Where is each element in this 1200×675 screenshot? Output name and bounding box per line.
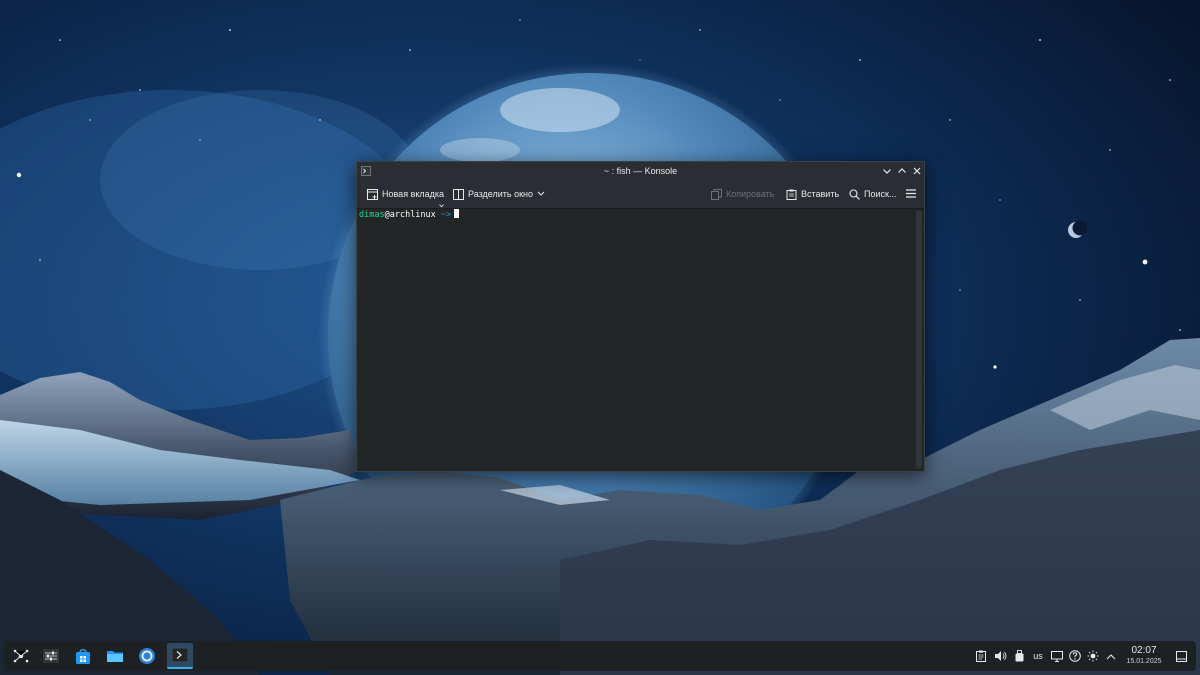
show-desktop-icon [1175,650,1187,662]
volume-tray-icon[interactable] [993,649,1007,663]
prompt-user: dimas [359,210,385,220]
paste-label: Вставить [801,189,840,199]
prompt-path: ~> [435,210,452,220]
new-tab-button[interactable]: Новая вкладка [367,187,444,201]
folder-icon [107,651,123,662]
help-icon [1069,650,1081,662]
monitor-icon [1051,650,1063,662]
volume-icon [994,651,1006,661]
split-view-button[interactable]: Разделить окно [453,187,545,201]
taskbar-discover[interactable] [70,643,96,669]
split-view-icon [453,188,464,200]
prompt-host: archlinux [389,210,436,220]
new-tab-label: Новая вкладка [382,189,445,199]
konsole-window: ~ : fish — Konsole Новая вкладка Раздели… [356,161,925,472]
taskbar-dolphin[interactable] [102,643,128,669]
display-tray-icon[interactable] [1050,649,1064,663]
usb-drive-icon [1015,650,1023,662]
paste-button[interactable]: Вставить [786,187,839,201]
sun-icon [1087,650,1099,662]
chevron-down-icon [537,191,545,196]
new-tab-icon [367,188,378,200]
taskbar-system-settings[interactable] [38,643,64,669]
digital-clock[interactable]: 02:07 15.01.2025 [1120,645,1168,667]
clock-time: 02:07 [1131,645,1157,656]
window-titlebar[interactable]: ~ : fish — Konsole [357,162,924,180]
taskbar-konsole-active[interactable] [167,643,193,669]
clipboard-tray-icon[interactable] [975,649,987,663]
close-icon[interactable] [910,164,924,178]
help-tray-icon[interactable] [1068,649,1082,663]
shell-prompt: dimas@archlinux ~> [359,209,460,221]
text-cursor [454,209,460,218]
copy-button[interactable]: Копировать [711,187,774,201]
show-desktop-button[interactable] [1174,649,1188,663]
copy-icon [711,188,722,200]
taskbar-browser[interactable] [134,643,160,669]
find-label: Поиск... [864,189,897,199]
maximize-icon[interactable] [895,164,909,178]
taskbar-panel: us 02:07 15.01.2025 [4,641,1196,671]
shopping-bag-icon [76,649,90,664]
storage-tray-icon[interactable] [1013,649,1025,663]
terminal-icon [171,647,189,663]
brightness-tray-icon[interactable] [1086,649,1100,663]
terminal-scrollbar[interactable] [916,210,922,468]
hamburger-menu-icon[interactable] [905,188,917,199]
terminal-area[interactable]: dimas@archlinux ~> [357,209,914,471]
plasma-launcher-icon [13,649,29,663]
copy-label: Копировать [726,189,775,199]
clock-date: 15.01.2025 [1126,658,1162,665]
application-launcher-button[interactable] [8,643,34,669]
tray-expand-button[interactable] [1104,649,1118,663]
minimize-icon[interactable] [880,164,894,178]
konsole-toolbar: Новая вкладка Разделить окно Копировать [357,180,924,209]
browser-icon [139,648,155,664]
paste-icon [786,189,797,200]
find-button[interactable]: Поиск... [849,187,896,201]
keyboard-layout-indicator[interactable]: us [1030,649,1046,663]
new-tab-dropdown-icon[interactable] [439,204,444,208]
search-icon [849,188,860,200]
clipboard-icon [976,650,986,662]
chevron-up-icon [1106,653,1116,659]
split-view-label: Разделить окно [468,189,534,199]
window-title: ~ : fish — Konsole [603,166,678,176]
settings-sliders-icon [43,649,59,663]
